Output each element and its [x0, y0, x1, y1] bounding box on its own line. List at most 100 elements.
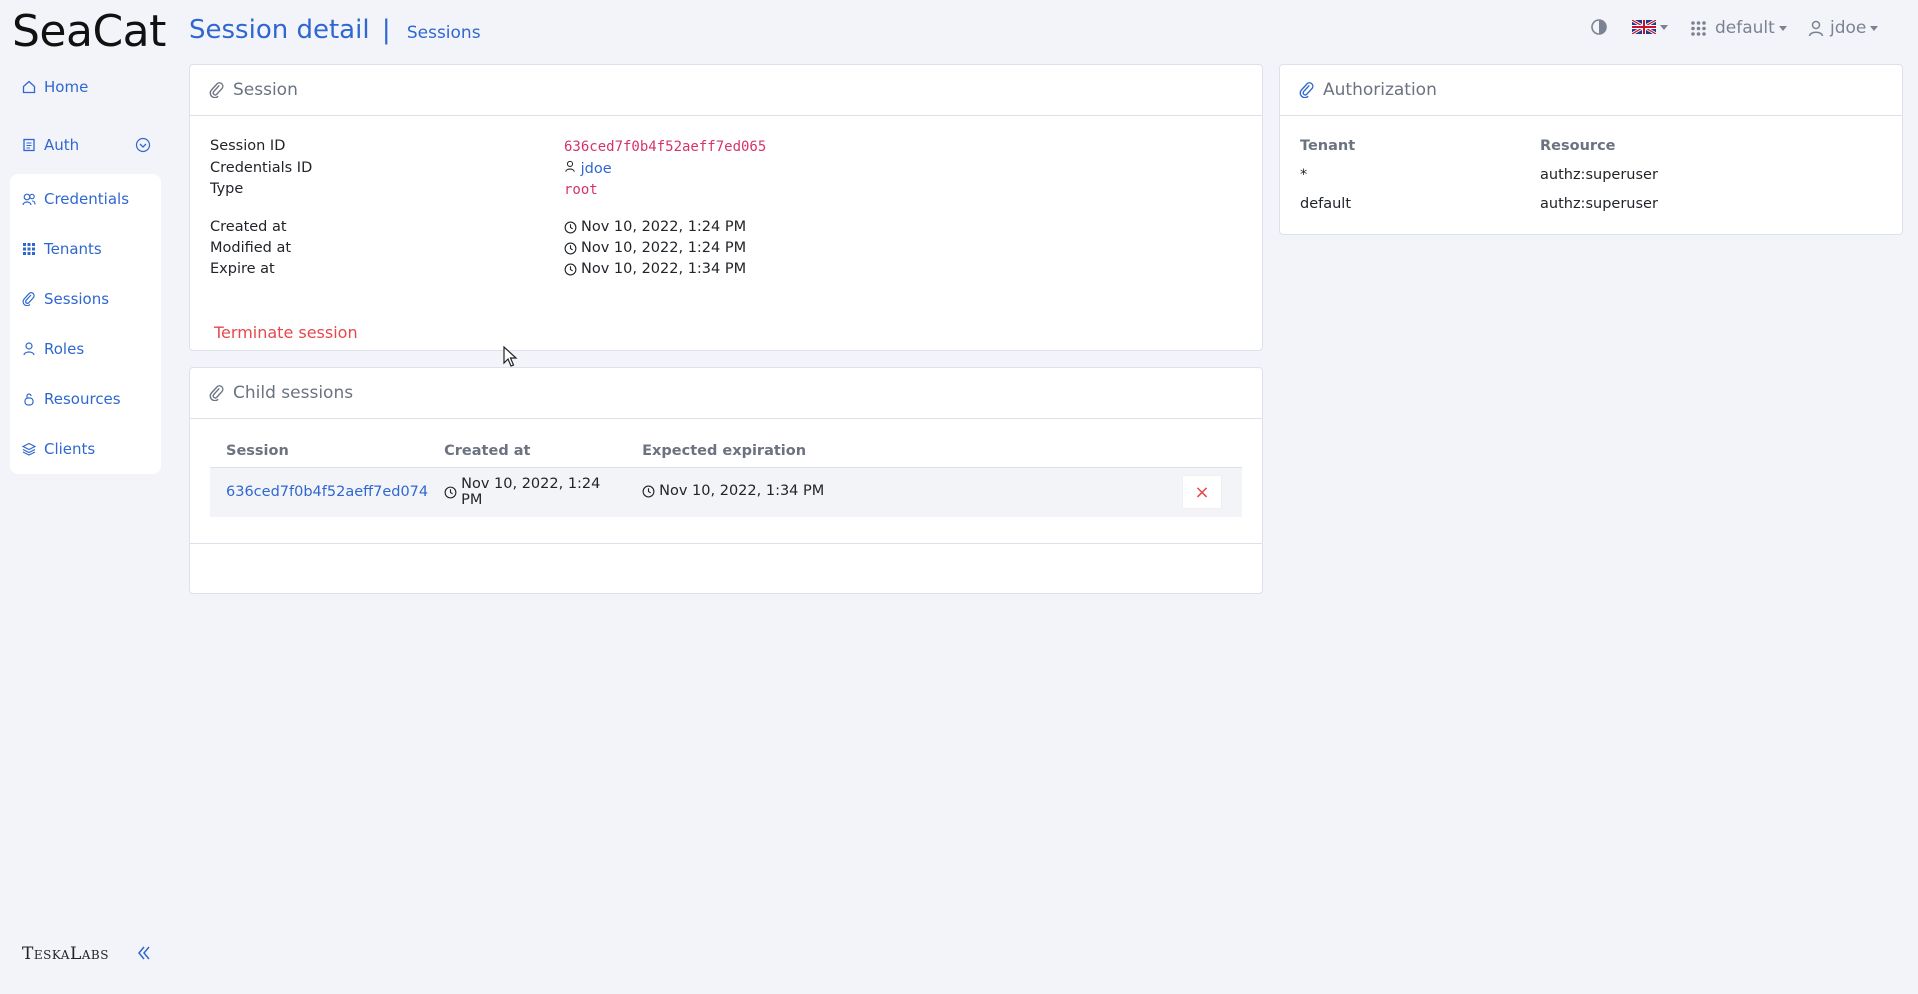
session-card: Session Session ID 636ced7f0b4f52aeff7ed…	[189, 64, 1263, 351]
created-value: Nov 10, 2022, 1:24 PM	[564, 219, 746, 235]
sidebar-item-tenants[interactable]: Tenants	[22, 240, 102, 258]
chevron-down-icon	[1870, 25, 1879, 31]
modified-value: Nov 10, 2022, 1:24 PM	[564, 240, 746, 256]
child-created-text: Nov 10, 2022, 1:24 PM	[461, 476, 601, 509]
child-sessions-table: Session Created at Expected expiration 6…	[210, 443, 1242, 517]
clock-icon	[564, 221, 577, 233]
sidebar-auth-group	[10, 174, 161, 474]
sidebar-item-clients[interactable]: Clients	[22, 440, 95, 458]
paperclip-icon	[1299, 82, 1314, 98]
person-icon	[565, 160, 575, 172]
tenant-label: default	[1715, 18, 1775, 38]
person-icon	[1808, 20, 1824, 36]
clock-icon	[642, 485, 655, 497]
sidebar-item-credentials[interactable]: Credentials	[22, 190, 129, 208]
column-header-tenant: Tenant	[1300, 138, 1356, 154]
column-header-resource: Resource	[1540, 138, 1616, 154]
child-sessions-card: Child sessions Session Created at Expect…	[189, 367, 1263, 594]
user-label: jdoe	[1830, 18, 1867, 38]
sidebar-item-label: Clients	[44, 440, 96, 458]
sidebar-item-label: Roles	[44, 340, 85, 358]
auth-row-tenant: default	[1300, 196, 1352, 212]
auth-row-tenant: *	[1300, 167, 1308, 183]
child-sessions-header: Child sessions	[190, 368, 1262, 419]
auth-row-resource: authz:superuser	[1540, 167, 1658, 183]
paperclip-icon	[209, 82, 224, 98]
collapse-toggle-icon[interactable]	[135, 137, 151, 153]
clock-icon	[444, 486, 457, 499]
grid-icon	[23, 243, 35, 255]
stack-icon	[22, 442, 36, 456]
modified-label: Modified at	[210, 240, 292, 256]
delete-child-session-button[interactable]: ×	[1182, 475, 1222, 510]
language-selector[interactable]	[1632, 20, 1668, 34]
clock-icon	[564, 242, 577, 254]
collapse-sidebar-icon[interactable]	[136, 944, 152, 962]
column-header-expiration: Expected expiration	[626, 443, 1182, 468]
paperclip-icon	[22, 292, 35, 306]
sidebar-item-roles[interactable]: Roles	[22, 340, 84, 358]
clock-icon	[564, 263, 577, 275]
sidebar-item-auth[interactable]: Auth	[22, 136, 152, 154]
sidebar-item-label: Home	[44, 78, 89, 96]
chevron-down-icon	[1660, 24, 1668, 30]
title-separator: |	[381, 15, 391, 45]
session-card-title: Session	[233, 80, 298, 100]
sidebar-item-label: Auth	[44, 136, 80, 154]
paperclip-icon	[209, 385, 224, 401]
session-card-header: Session	[190, 65, 1262, 116]
sidebar-item-label: Credentials	[44, 190, 130, 208]
tenant-dropdown[interactable]: default	[1690, 18, 1787, 38]
created-label: Created at	[210, 219, 287, 235]
credentials-icon	[22, 193, 36, 206]
child-sessions-title: Child sessions	[233, 383, 354, 403]
table-row: 636ced7f0b4f52aeff7ed074 Nov 10, 2022, 1…	[210, 467, 1242, 517]
type-label: Type	[210, 181, 244, 197]
theme-toggle[interactable]	[1590, 18, 1608, 36]
sidebar-item-label: Sessions	[44, 290, 110, 308]
sidebar-item-home[interactable]: Home	[22, 78, 88, 96]
mouse-cursor-icon	[503, 346, 518, 367]
child-actions-cell: ×	[1182, 467, 1242, 517]
credentials-link[interactable]: jdoe	[564, 160, 612, 177]
sidebar-item-label: Resources	[44, 390, 121, 408]
footer-brand: TeskaLabs	[22, 944, 109, 964]
created-text: Nov 10, 2022, 1:24 PM	[581, 219, 747, 235]
credentials-value: jdoe	[580, 161, 612, 177]
auth-icon	[23, 138, 35, 152]
user-dropdown[interactable]: jdoe	[1808, 18, 1879, 38]
column-header-session: Session	[210, 443, 429, 468]
person-icon	[23, 342, 35, 356]
authorization-header: Authorization	[1280, 65, 1902, 116]
grid-icon	[1691, 20, 1706, 36]
child-expiration-cell: Nov 10, 2022, 1:34 PM	[626, 467, 1182, 517]
resource-icon	[24, 393, 34, 406]
expire-text: Nov 10, 2022, 1:34 PM	[581, 261, 747, 277]
uk-flag-icon	[1632, 20, 1656, 34]
app-brand: SeaCat	[12, 6, 166, 57]
type-value: root	[564, 182, 598, 198]
terminate-session-button[interactable]: Terminate session	[214, 323, 358, 342]
expire-label: Expire at	[210, 261, 275, 277]
credentials-id-label: Credentials ID	[210, 160, 313, 176]
authorization-card: Authorization Tenant Resource * authz:su…	[1279, 64, 1903, 235]
home-icon	[22, 80, 36, 94]
sidebar-item-sessions[interactable]: Sessions	[22, 290, 109, 308]
breadcrumb-sessions[interactable]: Sessions	[407, 23, 481, 43]
card-footer-divider	[190, 543, 1262, 544]
contrast-icon	[1591, 19, 1607, 35]
session-id-label: Session ID	[210, 138, 286, 154]
session-id-value: 636ced7f0b4f52aeff7ed065	[564, 139, 767, 155]
page-title-text: Session detail	[189, 15, 370, 45]
column-header-created: Created at	[428, 443, 627, 468]
chevron-down-icon	[1778, 25, 1787, 31]
sidebar-item-resources[interactable]: Resources	[22, 390, 121, 408]
child-expiration-text: Nov 10, 2022, 1:34 PM	[659, 483, 825, 499]
child-session-link[interactable]: 636ced7f0b4f52aeff7ed074	[210, 467, 429, 517]
modified-text: Nov 10, 2022, 1:24 PM	[581, 240, 747, 256]
authorization-title: Authorization	[1323, 80, 1437, 100]
sidebar-item-label: Tenants	[44, 240, 102, 258]
expire-value: Nov 10, 2022, 1:34 PM	[564, 261, 746, 277]
child-created-cell: Nov 10, 2022, 1:24 PM	[428, 467, 627, 517]
auth-row-resource: authz:superuser	[1540, 196, 1658, 212]
